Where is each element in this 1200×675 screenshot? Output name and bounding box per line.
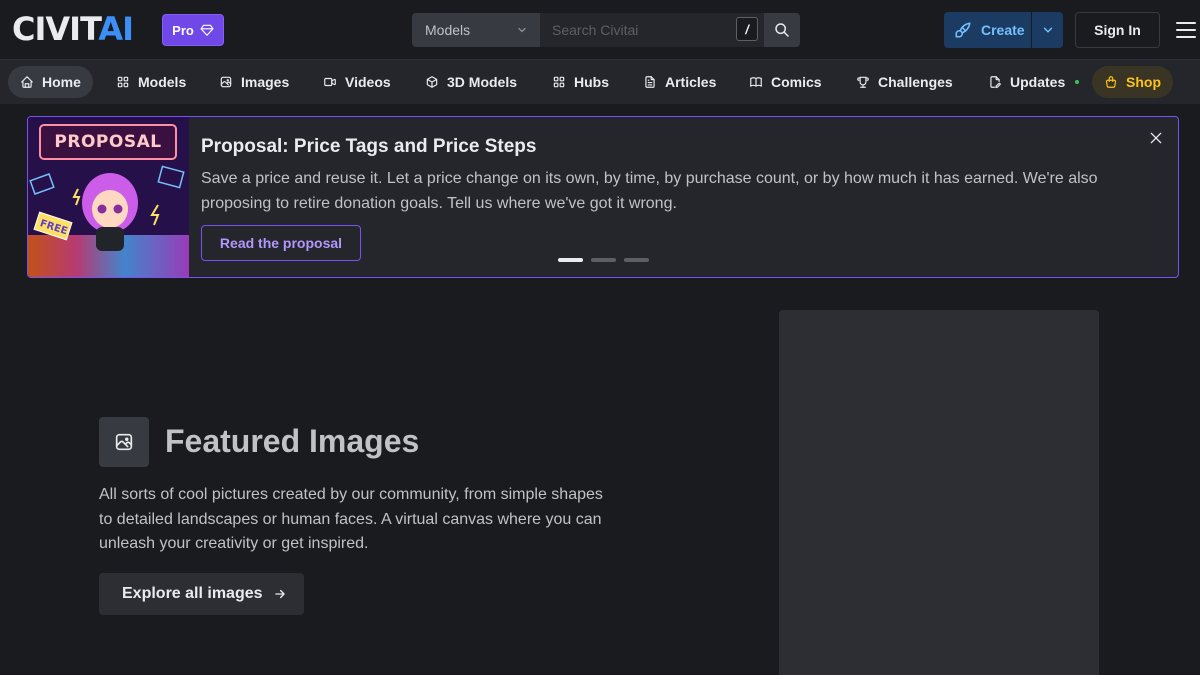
book-icon: [750, 77, 762, 87]
featured-images-description: All sorts of cool pictures created by ou…: [99, 486, 603, 552]
create-label: Create: [981, 22, 1025, 38]
carousel-indicators: [558, 258, 649, 262]
nav-item-videos[interactable]: Videos: [311, 66, 403, 98]
file-text-icon: [645, 76, 655, 88]
nav-item-updates[interactable]: Updates: [976, 66, 1091, 98]
civitai-logo[interactable]: CIVITAI: [12, 13, 134, 45]
nav-item-challenges[interactable]: Challenges: [844, 66, 965, 98]
featured-images-title: Featured Images: [165, 423, 420, 459]
nav-item-label: Home: [42, 74, 81, 90]
arrow-right-icon: [274, 589, 285, 599]
nav-item-home[interactable]: Home: [8, 66, 93, 98]
trophy-icon: [857, 76, 869, 88]
announcement-banner: FREE PROPOSAL Proposal: Price Tags and P…: [27, 116, 1179, 278]
explore-all-images-button[interactable]: Explore all images: [99, 573, 304, 615]
create-menu-toggle[interactable]: [1032, 23, 1063, 37]
photo-icon: [115, 433, 133, 451]
carousel-dot-3[interactable]: [624, 258, 649, 262]
nav-item-label: Challenges: [878, 74, 953, 90]
logo-text-civit: CIVIT: [12, 10, 99, 48]
nav-item-comics[interactable]: Comics: [737, 66, 834, 98]
banner-image[interactable]: FREE PROPOSAL: [28, 117, 189, 277]
nav-item-shop[interactable]: Shop: [1092, 66, 1173, 98]
nav-item-label: Articles: [665, 74, 717, 90]
nav-item-label: Videos: [345, 74, 391, 90]
chevron-down-icon: [518, 27, 526, 33]
search-input[interactable]: Search Civitai /: [540, 13, 764, 47]
banner-image-text: PROPOSAL: [54, 132, 162, 152]
carousel-dot-2[interactable]: [591, 258, 616, 262]
featured-image-placeholder[interactable]: [779, 310, 1099, 675]
search-bar: Models Search Civitai /: [412, 13, 800, 47]
close-icon[interactable]: [1148, 130, 1164, 146]
file-pencil-icon: [990, 76, 1001, 89]
grid-icon: [117, 76, 129, 88]
create-main-button[interactable]: Create: [944, 12, 1032, 48]
nav-item-hubs[interactable]: Hubs: [540, 66, 621, 98]
logo-text-ai: AI: [98, 10, 134, 48]
hamburger-menu-icon[interactable]: [1176, 19, 1196, 41]
nav-item-models[interactable]: Models: [104, 66, 198, 98]
search-placeholder: Search Civitai: [552, 22, 639, 38]
photo-icon: [220, 76, 232, 88]
featured-images-icon-box: [99, 417, 149, 467]
diamond-icon: [200, 24, 214, 36]
pro-button[interactable]: Pro: [162, 14, 224, 46]
shopping-bag-icon: [1105, 76, 1117, 88]
chevron-down-icon: [1043, 27, 1052, 33]
home-icon: [21, 76, 33, 88]
video-icon: [324, 77, 336, 87]
sign-in-button[interactable]: Sign In: [1075, 12, 1160, 48]
top-header: CIVITAI Pro Models Search Civitai / Crea…: [0, 0, 1200, 60]
banner-title: Proposal: Price Tags and Price Steps: [201, 136, 537, 157]
search-shortcut-key: /: [736, 17, 758, 41]
search-icon: [775, 23, 789, 37]
search-type-value: Models: [425, 22, 471, 38]
nav-item-3d-models[interactable]: 3D Models: [413, 66, 529, 98]
cube-icon: [426, 76, 438, 88]
nav-item-label: Models: [138, 74, 187, 90]
brush-icon: [955, 22, 971, 38]
nav-item-label: 3D Models: [447, 74, 518, 90]
search-type-select[interactable]: Models: [412, 13, 540, 47]
pro-label: Pro: [172, 22, 194, 38]
nav-item-articles[interactable]: Articles: [631, 66, 728, 98]
new-updates-indicator: [1075, 80, 1080, 84]
banner-description: Save a price and reuse it. Let a price c…: [201, 170, 1098, 212]
nav-item-label: Images: [241, 74, 290, 90]
nav-item-label: Updates: [1010, 74, 1066, 90]
nav-item-label: Hubs: [574, 74, 609, 90]
grid-icon: [553, 76, 565, 88]
nav-item-label: Comics: [771, 74, 822, 90]
nav-item-label: Shop: [1126, 74, 1161, 90]
nav-item-images[interactable]: Images: [207, 66, 301, 98]
read-proposal-button[interactable]: Read the proposal: [201, 225, 361, 261]
explore-button-label: Explore all images: [122, 585, 263, 602]
search-button[interactable]: [764, 13, 800, 47]
main-nav: Home Models Images Videos 3D Models Hubs…: [0, 60, 1200, 104]
carousel-dot-1[interactable]: [558, 258, 583, 262]
create-button: Create: [944, 12, 1063, 48]
